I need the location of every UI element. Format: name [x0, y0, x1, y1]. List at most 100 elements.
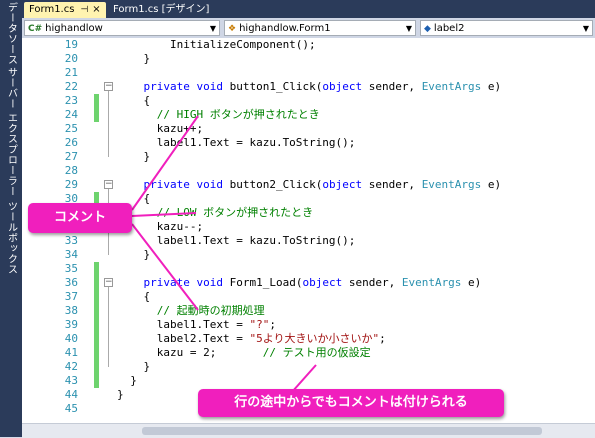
code-text: label1.Text = kazu.ToString(); [117, 234, 356, 247]
tab-label: Form1.cs [デザイン] [113, 4, 210, 15]
project-dropdown[interactable]: C# highandlow ▼ [24, 20, 220, 36]
side-tab-label: データソース [5, 1, 17, 65]
class-dropdown[interactable]: ❖ highandlow.Form1 ▼ [224, 20, 416, 36]
code-line[interactable]: 35 [22, 262, 595, 276]
chevron-down-icon: ▼ [209, 24, 216, 33]
side-tab-label: サーバー エクスプローラー [5, 67, 17, 197]
line-number: 42 [64, 360, 78, 373]
change-marker [94, 304, 99, 318]
code-line[interactable]: 28 [22, 164, 595, 178]
code-text: } [117, 150, 151, 163]
line-number: 20 [64, 52, 78, 65]
side-panel: データソース サーバー エクスプローラー ツールボックス [0, 0, 22, 437]
line-number: 23 [64, 94, 78, 107]
code-line[interactable]: 24 // HIGH ボタンが押されたとき [22, 108, 595, 122]
code-text: kazu = 2; // テスト用の仮設定 [117, 346, 371, 359]
code-line[interactable]: 25 kazu++; [22, 122, 595, 136]
navigation-bar: C# highandlow ▼ ❖ highandlow.Form1 ▼ ◆ label2… [22, 18, 595, 39]
side-tab-label: ツールボックス [5, 201, 17, 275]
line-number: 24 [64, 108, 78, 121]
side-tab-server-explorer[interactable]: サーバー エクスプローラー [0, 67, 22, 197]
member-dropdown[interactable]: ◆ label2 ▼ [420, 20, 593, 36]
code-text: private void Form1_Load(object sender, E… [143, 276, 482, 289]
line-number: 35 [64, 262, 78, 275]
code-text: } [117, 52, 151, 65]
tab-form1-design[interactable]: Form1.cs [デザイン] [108, 2, 214, 18]
side-tab-datasource[interactable]: データソース [0, 1, 22, 65]
code-line[interactable]: 26 label1.Text = kazu.ToString(); [22, 136, 595, 150]
code-line[interactable]: 39 label1.Text = "?"; [22, 318, 595, 332]
code-line[interactable]: 19 InitializeComponent(); [22, 38, 595, 52]
scrollbar-thumb[interactable] [142, 427, 542, 435]
code-line[interactable]: 22 − private void button1_Click(object se… [22, 80, 595, 94]
code-line[interactable]: 38 // 起動時の初期処理 [22, 304, 595, 318]
change-marker [94, 276, 99, 290]
code-text: label2.Text = "5より大きいか小さいか"; [117, 332, 386, 345]
code-text: private void button2_Click(object sender… [143, 178, 502, 191]
code-text: } [117, 374, 137, 387]
code-line[interactable]: 37 { [22, 290, 595, 304]
code-text: label1.Text = "?"; [117, 318, 276, 331]
line-number: 22 [64, 80, 78, 93]
line-number: 41 [64, 346, 78, 359]
line-number: 26 [64, 136, 78, 149]
code-line[interactable]: 20 } [22, 52, 595, 66]
line-number: 19 [64, 38, 78, 51]
change-marker [94, 360, 99, 374]
chevron-down-icon: ▼ [405, 24, 412, 33]
inline-comment-callout: 行の途中からでもコメントは付けられる [198, 389, 504, 417]
code-line[interactable]: 36 − private void Form1_Load(object sende… [22, 276, 595, 290]
code-line[interactable]: 23 { [22, 94, 595, 108]
horizontal-scrollbar[interactable] [22, 423, 595, 438]
code-text: // LOW ボタンが押されたとき [156, 206, 314, 219]
code-line[interactable]: 21 [22, 66, 595, 80]
class-icon: ❖ [228, 24, 237, 34]
change-marker [94, 318, 99, 332]
line-number: 43 [64, 374, 78, 387]
change-marker [94, 374, 99, 388]
comment-callout: コメント [28, 203, 132, 233]
code-line[interactable]: 33 label1.Text = kazu.ToString(); [22, 234, 595, 248]
line-number: 25 [64, 122, 78, 135]
code-text: } [117, 388, 124, 401]
code-text: private void button1_Click(object sender… [143, 80, 502, 93]
code-line[interactable]: 42 } [22, 360, 595, 374]
code-line[interactable]: 34 } [22, 248, 595, 262]
code-line[interactable]: 29 − private void button2_Click(object se… [22, 178, 595, 192]
collapse-icon[interactable]: − [104, 82, 113, 91]
change-marker [94, 290, 99, 304]
close-icon[interactable]: × [92, 4, 100, 15]
pin-icon[interactable]: ⊣ [80, 5, 88, 15]
line-number: 44 [64, 388, 78, 401]
code-text: InitializeComponent(); [117, 38, 316, 51]
line-number: 39 [64, 318, 78, 331]
tab-form1-cs[interactable]: Form1.cs ⊣ × [24, 2, 106, 18]
code-line[interactable]: 43 } [22, 374, 595, 388]
code-line[interactable]: 40 label2.Text = "5より大きいか小さいか"; [22, 332, 595, 346]
line-number: 36 [64, 276, 78, 289]
dropdown-value: highandlow.Form1 [239, 23, 331, 34]
line-number: 37 [64, 290, 78, 303]
change-marker [94, 262, 99, 276]
dropdown-value: highandlow [45, 23, 103, 34]
code-text: { [117, 290, 151, 303]
code-text: // HIGH ボタンが押されたとき [156, 108, 320, 121]
code-text: kazu++; [117, 122, 204, 135]
code-text: // 起動時の初期処理 [156, 304, 265, 317]
collapse-icon[interactable]: − [104, 278, 113, 287]
code-text: } [117, 360, 151, 373]
code-line[interactable]: 41 kazu = 2; // テスト用の仮設定 [22, 346, 595, 360]
code-text: } [117, 248, 151, 261]
line-number: 38 [64, 304, 78, 317]
code-line[interactable]: 27 } [22, 150, 595, 164]
field-icon: ◆ [424, 24, 431, 34]
line-number: 21 [64, 66, 78, 79]
side-tab-toolbox[interactable]: ツールボックス [0, 200, 22, 276]
line-number: 29 [64, 178, 78, 191]
line-number: 40 [64, 332, 78, 345]
collapse-icon[interactable]: − [104, 180, 113, 189]
csharp-icon: C# [28, 24, 43, 34]
change-marker [94, 332, 99, 346]
line-number: 33 [64, 234, 78, 247]
line-number: 27 [64, 150, 78, 163]
